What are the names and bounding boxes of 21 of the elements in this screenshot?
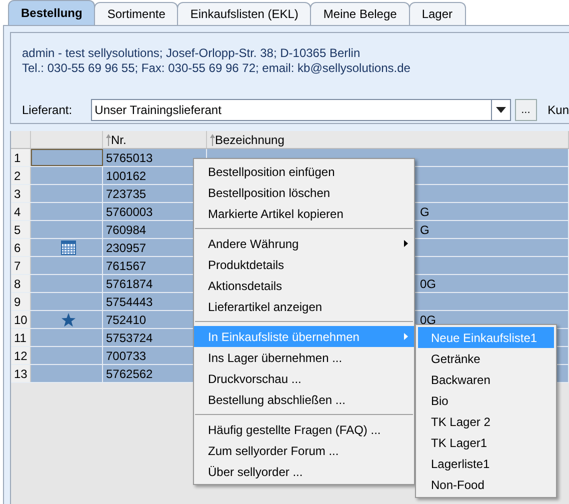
address-text: Tel.: 030-55 69 96 55; Fax: 030-55 69 96 72; email: kb@sellysolutions.de [22,61,412,76]
row-number: 5 [11,221,31,238]
row-number: 11 [11,329,31,346]
row-number: 7 [11,257,31,274]
field-label: Kun [548,103,569,117]
row-number: 10 [11,311,31,328]
row-number: 1 [11,149,31,166]
row-number: 2 [11,167,31,184]
supplier-label: Lieferant: [22,103,74,117]
row-number: 4 [11,203,31,220]
table-cell: 0G [420,276,436,290]
table-cell: G [420,204,430,218]
row-number: 3 [11,185,31,202]
address-text: admin - test sellysolutions; Josef-Orlopp-Str. 38; D-10365 Berlin [22,46,362,61]
row-number: 13 [11,365,31,382]
table-cell: 0G [420,312,436,326]
row-number: 9 [11,293,31,310]
row-number: 12 [11,347,31,364]
row-number: 6 [11,239,31,256]
table-cell: G [420,222,430,236]
row-number: 8 [11,275,31,292]
